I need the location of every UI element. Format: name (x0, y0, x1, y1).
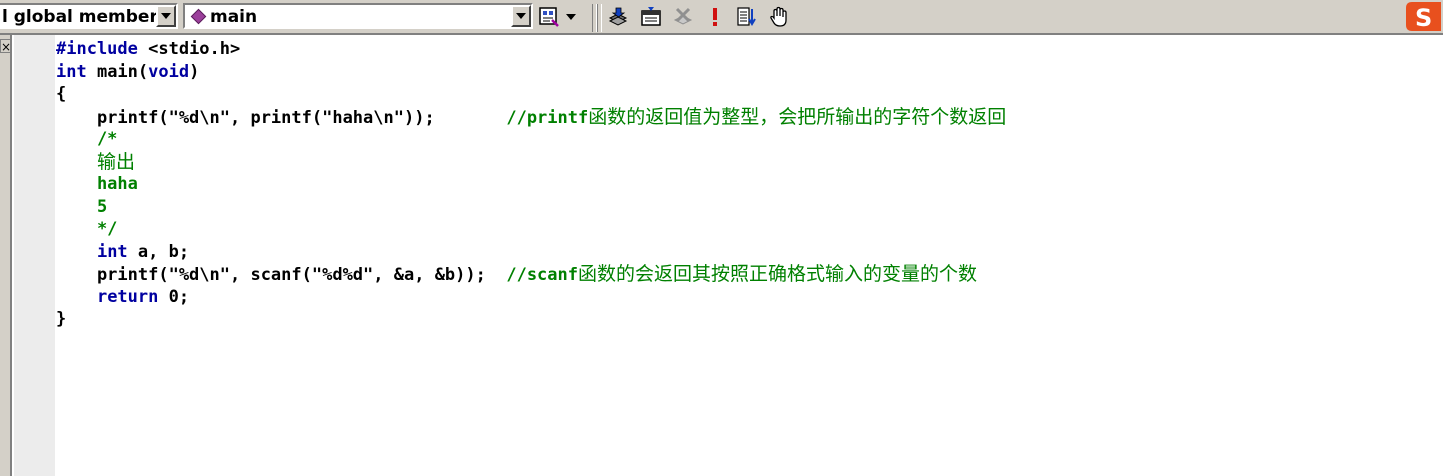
comment-line: haha (56, 174, 138, 194)
keyword: void (148, 61, 190, 82)
svg-text:S: S (1415, 4, 1432, 32)
dropdown-arrow-icon (566, 14, 576, 20)
comment-line: */ (56, 219, 118, 239)
code-text: ) (189, 61, 200, 82)
execute-button[interactable] (703, 5, 727, 29)
chevron-down-icon (516, 13, 526, 19)
class-wizard-icon (539, 7, 559, 27)
compile-button[interactable] (606, 5, 630, 29)
close-icon: × (1, 40, 12, 54)
code-line: } (56, 309, 67, 329)
code-line: int a, b; (56, 241, 1006, 264)
go-button[interactable] (735, 5, 759, 29)
preprocessor-keyword: #include (56, 39, 138, 59)
wizard-dropdown-button[interactable] (563, 5, 579, 29)
comment: //scanf (506, 265, 578, 285)
comment-line: 输出 (56, 151, 1006, 174)
keyword: return (96, 286, 159, 307)
scope-combo-value: l global members (2, 7, 168, 27)
comment-line: /* (56, 129, 118, 149)
close-panel-button[interactable]: × (0, 39, 12, 54)
go-icon (737, 7, 756, 26)
code-line: printf("%d\n", printf("haha\n")); //prin… (56, 106, 1006, 129)
function-combo-value-wrap: main (187, 7, 257, 27)
chevron-down-icon (161, 13, 171, 19)
function-combo-dropdown-button[interactable] (511, 5, 531, 27)
sogou-logo-icon: S (1406, 2, 1441, 32)
code-text: printf("%d\n", printf("haha\n")); (56, 107, 507, 128)
keyword: int (56, 61, 87, 82)
workspace-panel-edge: × (0, 35, 12, 476)
comment: 函数的会返回其按照正确格式输入的变量的个数 (578, 263, 978, 285)
build-icon (641, 7, 661, 26)
editor-gutter[interactable] (12, 35, 55, 476)
function-member-icon (190, 8, 207, 24)
stop-build-icon (673, 7, 693, 25)
breakpoint-hand-icon (770, 6, 787, 27)
code-line: int main(void) (56, 61, 1006, 84)
code-text: 0; (158, 286, 190, 307)
code-text: main( (86, 61, 149, 82)
ime-logo: S (1404, 0, 1443, 33)
execute-icon (713, 8, 717, 26)
compile-icon (608, 7, 628, 26)
comment-line: 5 (56, 196, 108, 217)
comment: 输出 (96, 150, 135, 173)
stop-build-button[interactable] (671, 5, 695, 29)
scope-combo-dropdown-button[interactable] (156, 5, 176, 27)
toolbar: l global members main (0, 0, 1443, 35)
code-line: return 0; (56, 286, 1006, 309)
class-wizard-button[interactable] (537, 5, 561, 29)
code-line: #include <stdio.h> (56, 38, 1006, 61)
keyword: int (96, 241, 128, 262)
code-line: printf("%d\n", scanf("%d%d", &a, &b)); /… (56, 263, 1006, 286)
code-text: <stdio.h> (137, 39, 241, 59)
code-editor[interactable]: #include <stdio.h> int main(void) { prin… (56, 38, 1006, 331)
code-text: a, b; (127, 241, 190, 262)
comment: 函数的返回值为整型，会把所输出的字符个数返回 (588, 105, 1007, 128)
toolbar-separator (597, 4, 602, 32)
breakpoint-button[interactable] (767, 5, 791, 29)
scope-combo[interactable]: l global members (0, 3, 178, 29)
build-button[interactable] (639, 5, 663, 29)
function-combo[interactable]: main (183, 3, 533, 29)
code-line: { (56, 84, 67, 104)
comment: //printf (506, 107, 589, 128)
code-text: printf("%d\n", scanf("%d%d", &a, &b)); (56, 265, 507, 285)
function-combo-value: main (210, 7, 258, 27)
